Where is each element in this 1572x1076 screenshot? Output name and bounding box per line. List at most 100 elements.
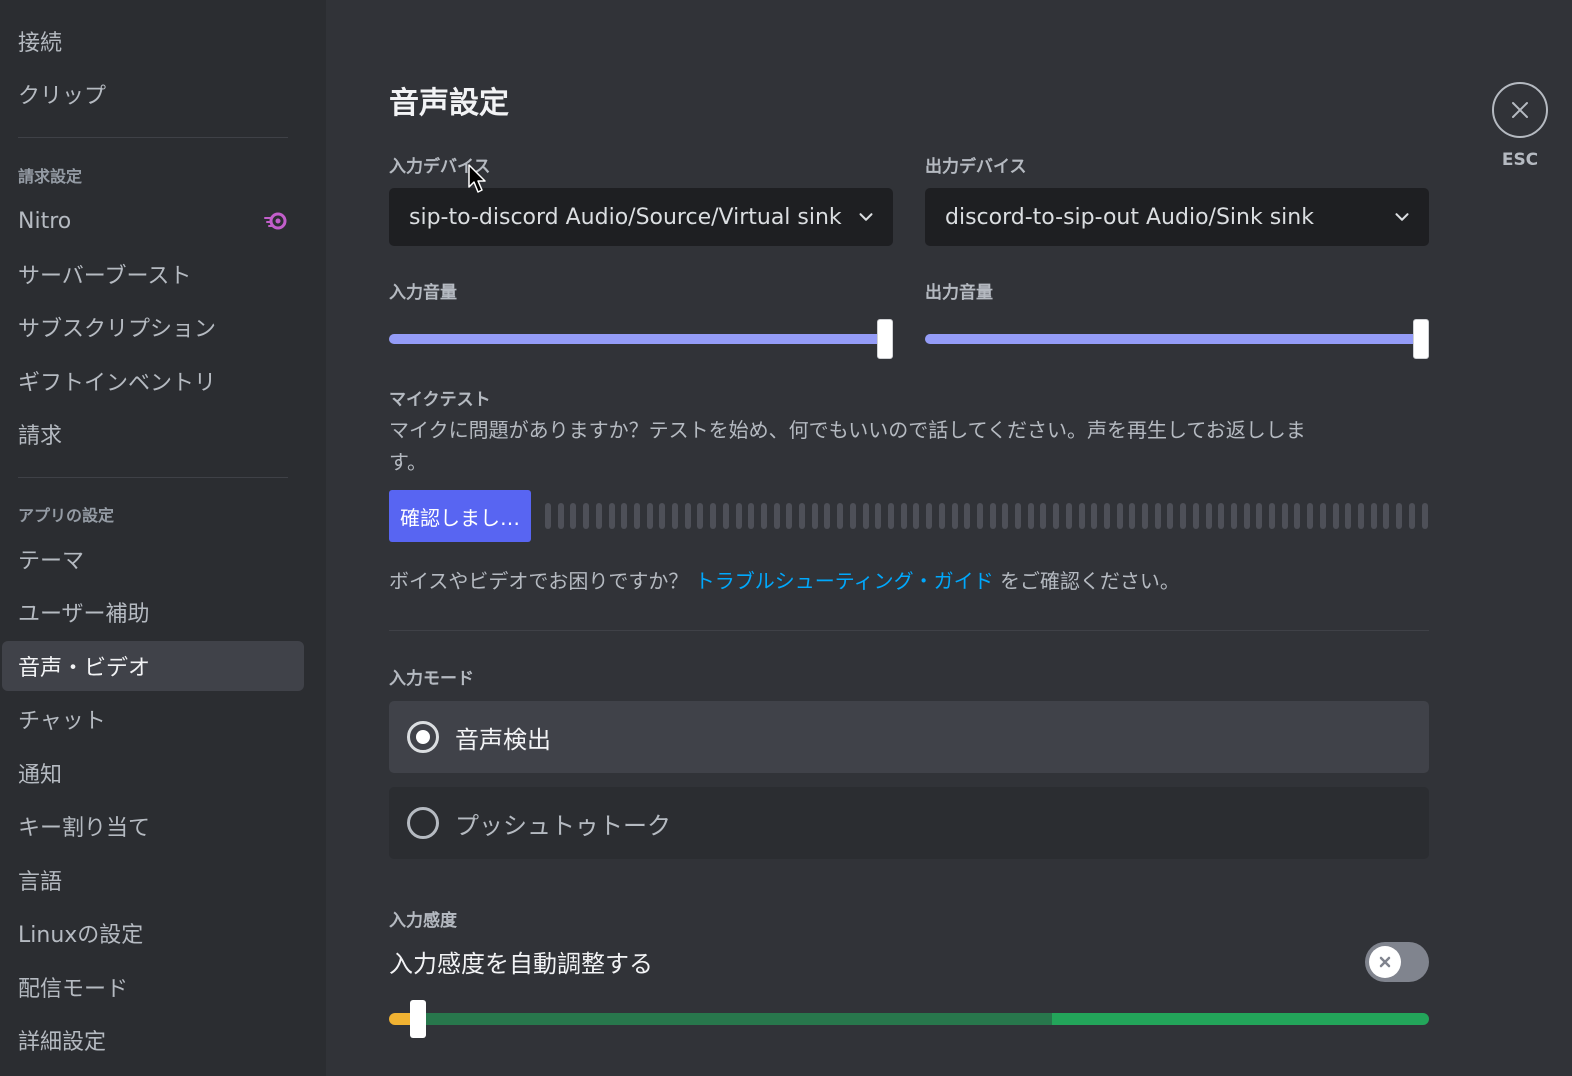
input-mode-label: 入力モード: [389, 669, 474, 689]
meter-bar: [1103, 503, 1110, 529]
output-volume-label: 出力音量: [925, 283, 993, 303]
meter-bar: [938, 503, 945, 529]
meter-bar: [684, 503, 691, 529]
sidebar-item-streamer-mode[interactable]: 配信モード: [2, 962, 304, 1012]
troubleshooting-guide-link[interactable]: トラブルシューティング・ガイド: [695, 569, 994, 593]
meter-bar: [1192, 503, 1199, 529]
sidebar-item-label: Linuxの設定: [18, 923, 144, 948]
meter-bar: [710, 503, 717, 529]
meter-bar: [786, 503, 793, 529]
close-settings-button[interactable]: [1492, 82, 1548, 138]
meter-bar: [1078, 503, 1085, 529]
sidebar-item-label: 接続: [18, 31, 63, 56]
meter-bar: [545, 503, 551, 529]
sidebar-divider: [18, 137, 288, 138]
close-icon: [1379, 956, 1391, 968]
output-device-label: 出力デバイス: [925, 157, 1027, 177]
sidebar-item-theme[interactable]: テーマ: [2, 534, 304, 584]
app-settings-header: アプリの設定: [18, 506, 115, 525]
meter-bar: [976, 503, 983, 529]
help-text-prefix: ボイスやビデオでお困りですか？: [389, 569, 689, 593]
meter-bar: [1408, 503, 1415, 529]
sidebar-item-nitro[interactable]: Nitro: [2, 196, 304, 246]
input-device-select[interactable]: sip-to-discord Audio/Source/Virtual sink: [389, 188, 893, 246]
slider-handle[interactable]: [1413, 319, 1429, 359]
meter-bar: [1002, 503, 1009, 529]
sensitivity-active-range: [1052, 1013, 1429, 1025]
sidebar-item-label: 請求: [18, 424, 63, 449]
meter-bar: [735, 503, 742, 529]
mic-test-label: マイクテスト: [389, 390, 491, 410]
meter-bar: [951, 503, 958, 529]
meter-bar: [773, 503, 780, 529]
radio-checked-icon: [407, 721, 439, 753]
sidebar-item-clips[interactable]: クリップ: [2, 69, 304, 119]
sidebar-item-label: 配信モード: [18, 977, 129, 1002]
meter-bar: [926, 503, 933, 529]
meter-bar: [1205, 503, 1212, 529]
meter-bar: [887, 503, 894, 529]
sidebar-item-voice-video[interactable]: 音声・ビデオ: [2, 641, 304, 691]
input-device-value: sip-to-discord Audio/Source/Virtual sink: [409, 204, 842, 230]
sidebar-item-billing[interactable]: 請求: [2, 409, 304, 459]
mouse-cursor-icon: [468, 164, 486, 193]
meter-bar: [900, 503, 907, 529]
sidebar-item-gift-inventory[interactable]: ギフトインベントリ: [2, 356, 304, 406]
sidebar-item-accessibility[interactable]: ユーザー補助: [2, 587, 304, 637]
output-device-select[interactable]: discord-to-sip-out Audio/Sink sink: [925, 188, 1429, 246]
sidebar-item-subscriptions[interactable]: サブスクリプション: [2, 302, 304, 352]
sidebar-item-linux-settings[interactable]: Linuxの設定: [2, 908, 304, 958]
meter-bar: [760, 503, 767, 529]
sidebar-item-keybinds[interactable]: キー割り当て: [2, 801, 304, 851]
input-volume-label: 入力音量: [389, 283, 457, 303]
sidebar-divider: [18, 477, 288, 478]
settings-sidebar: 接続 クリップ 請求設定 Nitro サーバーブースト サブスクリプション ギフ…: [0, 0, 326, 1076]
meter-bar: [1180, 503, 1187, 529]
meter-bar: [1383, 503, 1390, 529]
help-text-suffix: をご確認ください。: [999, 569, 1180, 593]
meter-bar: [1370, 503, 1377, 529]
slider-handle[interactable]: [410, 1000, 426, 1038]
meter-bar: [1319, 503, 1326, 529]
meter-bar: [1015, 503, 1022, 529]
meter-bar: [1154, 503, 1161, 529]
sidebar-item-label: テーマ: [18, 549, 85, 574]
input-mode-voice-activity[interactable]: 音声検出: [389, 701, 1429, 773]
sidebar-item-chat[interactable]: チャット: [2, 694, 304, 744]
mic-test-description-line: マイクに問題がありますか？テストを始め、何でもいいので話してください。声を再生し…: [389, 418, 1306, 442]
meter-bar: [1129, 503, 1136, 529]
mic-test-description-line: す。: [389, 450, 427, 474]
auto-sensitivity-label: 入力感度を自動調整する: [389, 950, 653, 978]
output-volume-slider[interactable]: [925, 319, 1429, 359]
meter-bar: [875, 503, 882, 529]
meter-bar: [583, 503, 590, 529]
sidebar-item-label: チャット: [18, 709, 106, 734]
sidebar-item-label: ギフトインベントリ: [18, 371, 217, 396]
meter-bar: [824, 503, 831, 529]
sidebar-item-label: ユーザー補助: [18, 602, 150, 627]
mic-test-button[interactable]: 確認しまし…: [389, 490, 531, 542]
sidebar-item-language[interactable]: 言語: [2, 855, 304, 905]
input-mode-push-to-talk[interactable]: プッシュトゥトーク: [389, 787, 1429, 859]
input-sensitivity-slider[interactable]: [389, 1000, 1429, 1040]
meter-bar: [1256, 503, 1263, 529]
sidebar-item-advanced[interactable]: 詳細設定: [2, 1015, 304, 1065]
sidebar-item-notifications[interactable]: 通知: [2, 748, 304, 798]
sidebar-item-server-boost[interactable]: サーバーブースト: [2, 249, 304, 299]
mic-level-meter: [545, 503, 1428, 529]
sidebar-item-connections[interactable]: 接続: [2, 16, 304, 66]
meter-bar: [1218, 503, 1225, 529]
input-volume-slider[interactable]: [389, 319, 893, 359]
slider-handle[interactable]: [877, 319, 893, 359]
meter-bar: [748, 503, 755, 529]
meter-bar: [1230, 503, 1237, 529]
meter-bar: [697, 503, 704, 529]
auto-sensitivity-toggle[interactable]: [1365, 942, 1429, 982]
meter-bar: [595, 503, 602, 529]
meter-bar: [1396, 503, 1403, 529]
meter-bar: [811, 503, 818, 529]
meter-bar: [1142, 503, 1149, 529]
output-device-value: discord-to-sip-out Audio/Sink sink: [945, 204, 1314, 230]
meter-bar: [1281, 503, 1288, 529]
meter-bar: [672, 503, 679, 529]
